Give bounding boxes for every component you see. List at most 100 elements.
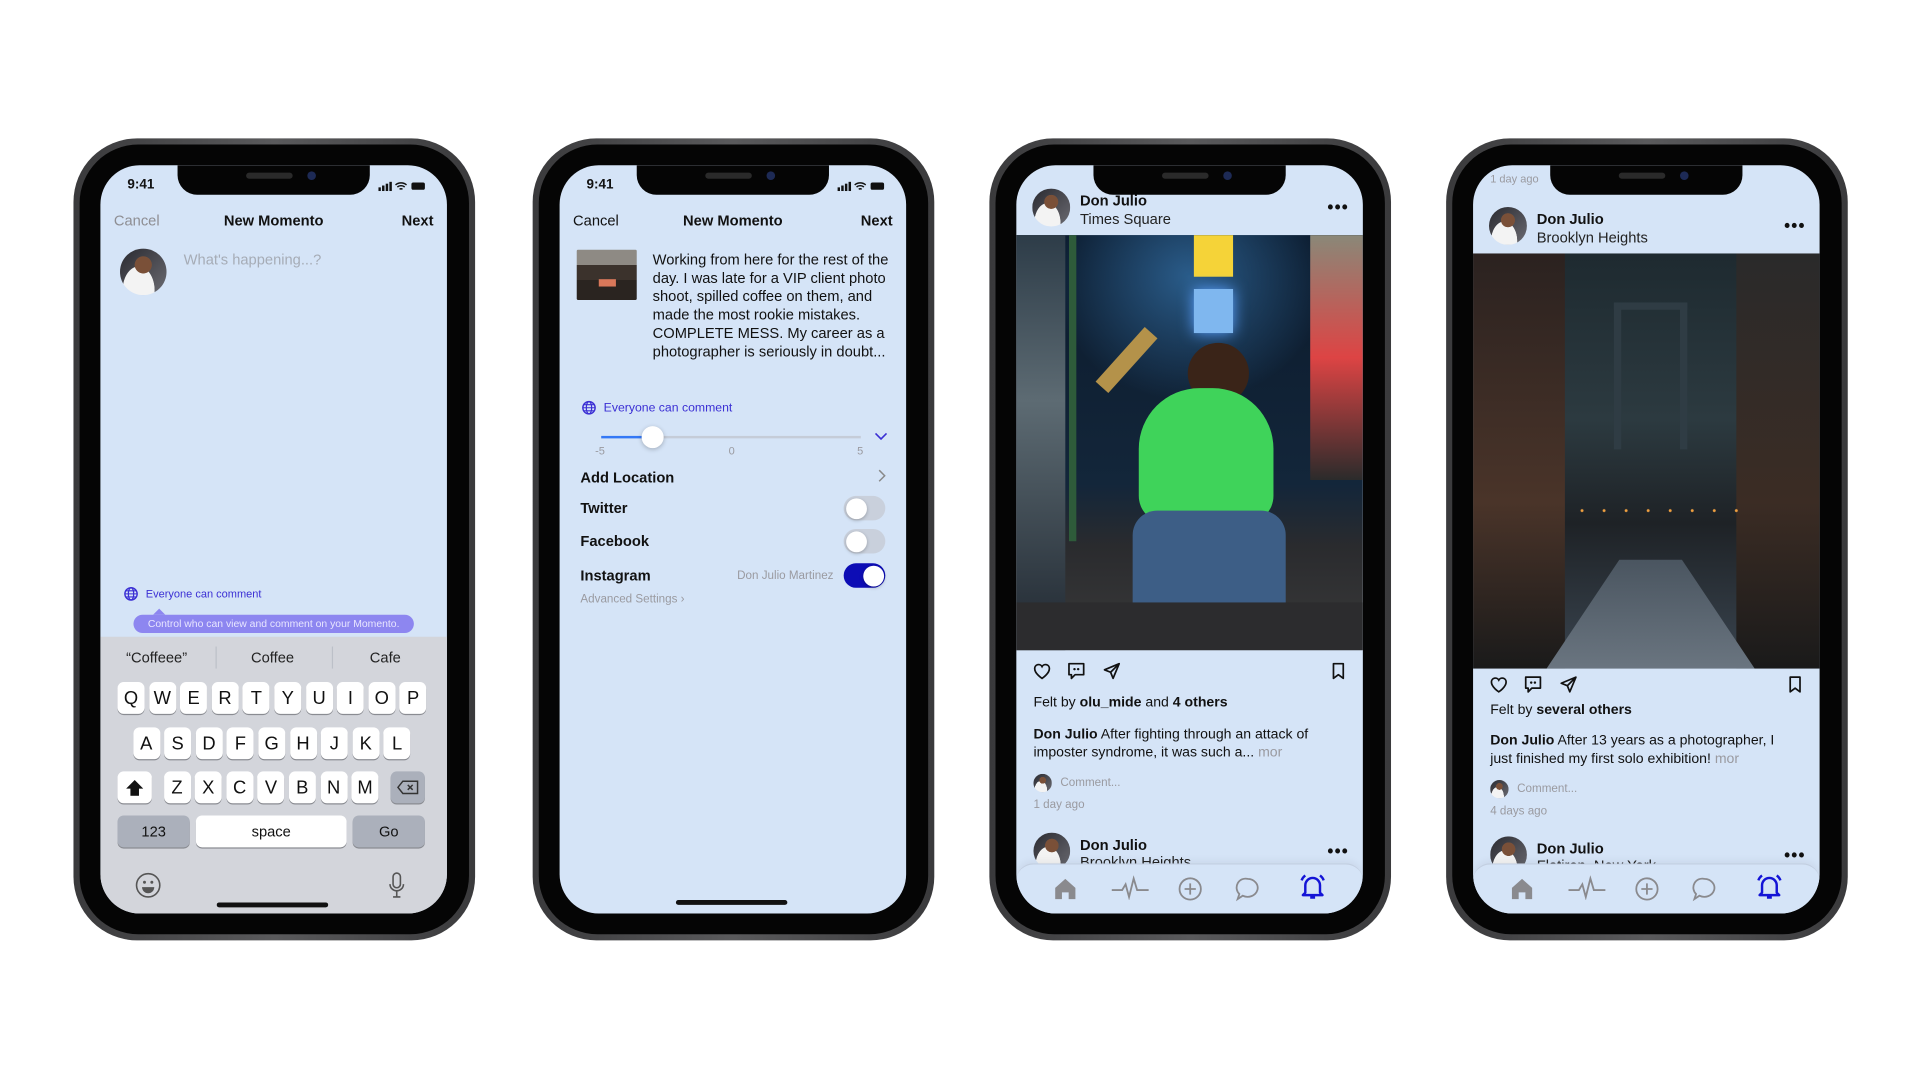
- post-location[interactable]: Brooklyn Heights: [1537, 229, 1648, 246]
- key-n[interactable]: N: [320, 771, 348, 804]
- key-z[interactable]: Z: [163, 771, 191, 804]
- key-r[interactable]: R: [211, 682, 239, 714]
- chevron-down-icon[interactable]: [874, 432, 888, 441]
- post-author[interactable]: Don Julio: [1537, 211, 1604, 228]
- key-i[interactable]: I: [336, 682, 364, 714]
- avatar[interactable]: [1032, 188, 1071, 227]
- key-l[interactable]: L: [383, 727, 411, 760]
- heart-icon[interactable]: [1032, 661, 1052, 681]
- key-b[interactable]: B: [288, 771, 316, 804]
- post-photo[interactable]: [1016, 235, 1363, 651]
- key-y[interactable]: Y: [274, 682, 302, 714]
- post-author[interactable]: Don Julio: [1080, 836, 1147, 853]
- add-location-row[interactable]: Add Location: [580, 467, 886, 487]
- home-indicator: [216, 902, 329, 908]
- delete-key[interactable]: [390, 771, 425, 804]
- chat-icon[interactable]: [1691, 876, 1718, 903]
- send-icon[interactable]: [1559, 675, 1579, 695]
- activity-icon[interactable]: [1111, 876, 1150, 900]
- key-g[interactable]: G: [258, 727, 286, 760]
- post-caption[interactable]: Don Julio After fighting through an atta…: [1033, 726, 1345, 763]
- home-icon[interactable]: [1509, 876, 1536, 903]
- key-d[interactable]: D: [195, 727, 223, 760]
- space-key[interactable]: space: [195, 815, 347, 848]
- send-icon[interactable]: [1102, 661, 1122, 681]
- key-e[interactable]: E: [180, 682, 208, 714]
- more-options-icon[interactable]: •••: [1784, 216, 1806, 236]
- bell-icon[interactable]: [1755, 872, 1784, 901]
- numbers-key[interactable]: 123: [117, 815, 190, 848]
- advanced-settings-label: Advanced Settings: [580, 592, 678, 607]
- avatar[interactable]: [1488, 206, 1527, 245]
- comment-input[interactable]: Comment...: [1517, 782, 1577, 795]
- notch: [1093, 165, 1286, 195]
- key-t[interactable]: T: [242, 682, 270, 714]
- add-icon[interactable]: [1633, 876, 1660, 903]
- comment-icon[interactable]: [1067, 661, 1087, 681]
- key-h[interactable]: H: [289, 727, 317, 760]
- next-button[interactable]: Next: [861, 212, 893, 229]
- post-text[interactable]: Working from here for the rest of the da…: [653, 251, 893, 361]
- key-j[interactable]: J: [320, 727, 348, 760]
- chat-icon[interactable]: [1234, 876, 1261, 903]
- microphone-icon[interactable]: [388, 872, 405, 899]
- suggestion[interactable]: Cafe: [370, 649, 401, 666]
- activity-icon[interactable]: [1567, 876, 1606, 900]
- twitter-toggle[interactable]: [843, 495, 886, 521]
- add-location-label: Add Location: [580, 468, 675, 487]
- more-link[interactable]: mor: [1711, 752, 1739, 767]
- felt-by[interactable]: Felt by several others: [1490, 703, 1632, 718]
- privacy-selector[interactable]: Everyone can comment: [124, 587, 261, 602]
- key-k[interactable]: K: [352, 727, 380, 760]
- more-options-icon[interactable]: •••: [1784, 845, 1806, 865]
- key-w[interactable]: W: [148, 682, 176, 714]
- heart-icon[interactable]: [1489, 675, 1509, 695]
- comment-input[interactable]: Comment...: [1060, 776, 1120, 789]
- key-m[interactable]: M: [351, 771, 379, 804]
- emoji-icon[interactable]: [135, 872, 162, 899]
- bookmark-icon[interactable]: [1329, 661, 1349, 681]
- key-o[interactable]: O: [368, 682, 396, 714]
- more-link[interactable]: mor: [1254, 746, 1282, 761]
- more-options-icon[interactable]: •••: [1327, 197, 1349, 217]
- status-icons: [378, 180, 427, 192]
- phone-feed-2: 1 day ago Don Julio Brooklyn Heights •••…: [1446, 138, 1848, 941]
- post-author[interactable]: Don Julio: [1537, 840, 1604, 857]
- key-p[interactable]: P: [399, 682, 427, 714]
- suggestion[interactable]: Coffee: [251, 649, 294, 666]
- bell-icon[interactable]: [1298, 872, 1327, 901]
- key-x[interactable]: X: [194, 771, 222, 804]
- post-location[interactable]: Times Square: [1080, 211, 1171, 228]
- key-v[interactable]: V: [257, 771, 285, 804]
- key-s[interactable]: S: [164, 727, 192, 760]
- comment-icon[interactable]: [1523, 675, 1543, 695]
- suggestion[interactable]: “Coffeee”: [126, 649, 187, 666]
- instagram-toggle[interactable]: [843, 563, 886, 588]
- advanced-settings-link[interactable]: Advanced Settings ›: [580, 593, 684, 606]
- privacy-selector[interactable]: Everyone can comment: [582, 400, 732, 415]
- privacy-slider[interactable]: [601, 426, 861, 449]
- more-options-icon[interactable]: •••: [1327, 841, 1349, 861]
- post-input[interactable]: What's happening...?: [184, 251, 322, 268]
- notch: [636, 165, 829, 195]
- facebook-toggle[interactable]: [843, 528, 886, 554]
- key-u[interactable]: U: [305, 682, 333, 714]
- add-icon[interactable]: [1177, 876, 1204, 903]
- felt-by[interactable]: Felt by olu_mide and 4 others: [1033, 696, 1227, 711]
- post-photo[interactable]: [1473, 253, 1820, 669]
- bookmark-icon[interactable]: [1785, 675, 1805, 695]
- shift-icon: [126, 779, 144, 796]
- slider-thumb[interactable]: [642, 426, 665, 449]
- key-f[interactable]: F: [226, 727, 254, 760]
- post-author[interactable]: Don Julio: [1080, 192, 1147, 209]
- key-c[interactable]: C: [226, 771, 254, 804]
- home-icon[interactable]: [1052, 876, 1079, 903]
- showcase: 9:41 Cancel New Momento Next What's happ…: [0, 0, 1920, 1080]
- post-caption[interactable]: Don Julio After 13 years as a photograph…: [1490, 732, 1796, 769]
- go-key[interactable]: Go: [352, 815, 425, 848]
- key-a[interactable]: A: [132, 727, 160, 760]
- key-q[interactable]: Q: [117, 682, 145, 714]
- shift-key[interactable]: [117, 771, 152, 804]
- post-thumbnail[interactable]: [576, 249, 637, 301]
- next-button[interactable]: Next: [402, 212, 434, 229]
